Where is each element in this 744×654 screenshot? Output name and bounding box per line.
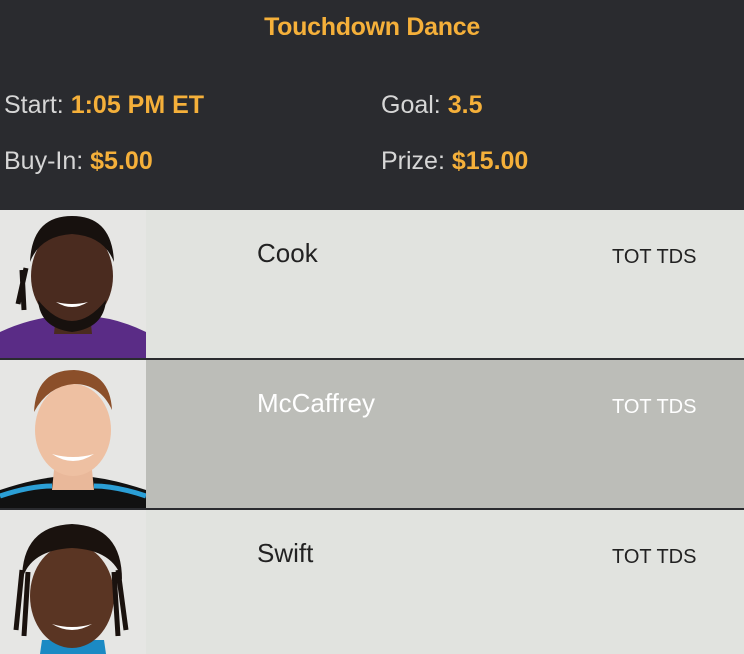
stat-type: TOT TDS bbox=[612, 246, 697, 268]
stat-type: TOT TDS bbox=[612, 396, 697, 418]
player-name: McCaffrey bbox=[257, 388, 375, 418]
goal-value: 3.5 bbox=[447, 91, 483, 119]
player-name: Cook bbox=[257, 238, 318, 268]
stat-type: TOT TDS bbox=[612, 546, 697, 568]
goal-info: Goal: 3.5 bbox=[381, 91, 482, 120]
player-row-cook[interactable]: Cook TOT TDS bbox=[0, 210, 744, 358]
contest-header: Touchdown Dance Start: 1:05 PM ET Goal: … bbox=[0, 0, 744, 206]
buyin-value: $5.00 bbox=[90, 147, 153, 175]
start-label: Start: bbox=[4, 91, 64, 119]
player-photo bbox=[0, 210, 146, 358]
start-info: Start: 1:05 PM ET bbox=[4, 91, 204, 120]
player-photo bbox=[0, 360, 146, 508]
start-value: 1:05 PM ET bbox=[70, 91, 205, 119]
player-row-swift[interactable]: Swift TOT TDS bbox=[0, 510, 744, 654]
buyin-info: Buy-In: $5.00 bbox=[4, 147, 153, 176]
prize-info: Prize: $15.00 bbox=[381, 147, 528, 176]
player-row-mccaffrey[interactable]: McCaffrey TOT TDS bbox=[0, 360, 744, 508]
contest-title: Touchdown Dance bbox=[264, 13, 480, 41]
player-name: Swift bbox=[257, 538, 314, 568]
player-photo bbox=[0, 510, 146, 654]
goal-label: Goal: bbox=[381, 91, 441, 119]
buyin-label: Buy-In: bbox=[4, 147, 84, 175]
prize-value: $15.00 bbox=[451, 147, 529, 175]
prize-label: Prize: bbox=[381, 147, 445, 175]
